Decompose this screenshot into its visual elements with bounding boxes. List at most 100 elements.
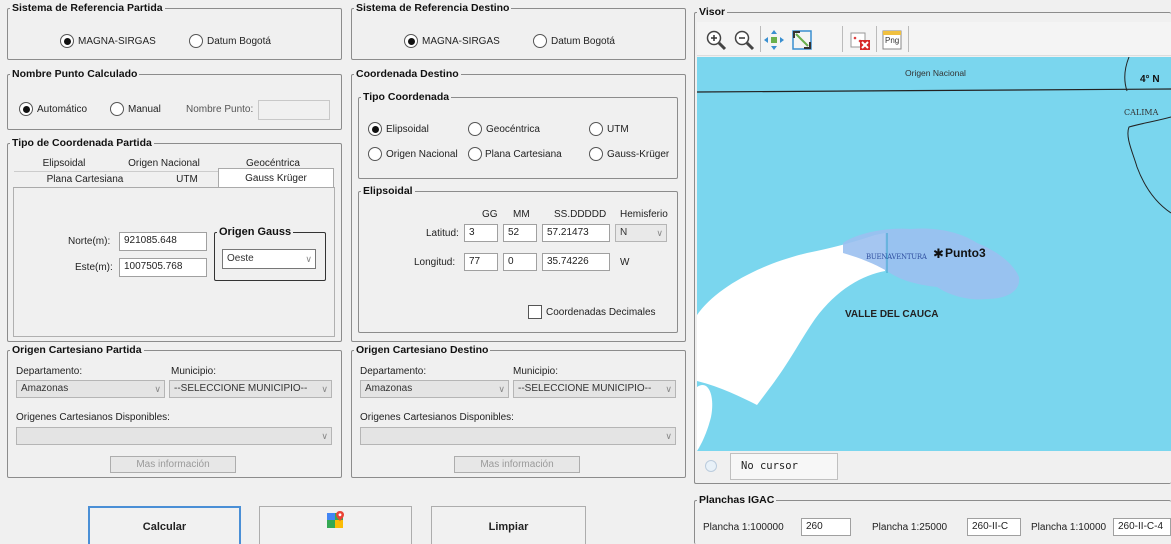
origen-nacional-map-label: Origen Nacional xyxy=(905,68,966,78)
origen-cartesiano-destino-title: Origen Cartesiano Destino xyxy=(356,344,489,356)
chevron-down-icon: ∨ xyxy=(305,254,312,264)
partida-municipio-select[interactable]: --SELECCIONE MUNICIPIO-- ∨ xyxy=(169,380,332,398)
header-gg: GG xyxy=(482,209,498,220)
nombre-automatico-radio[interactable]: Automático xyxy=(19,102,87,116)
coordenadas-decimales-checkbox[interactable]: Coordenadas Decimales xyxy=(528,305,656,319)
destino-municipio-select[interactable]: --SELECCIONE MUNICIPIO-- ∨ xyxy=(513,380,676,398)
chevron-down-icon: ∨ xyxy=(321,384,328,394)
longitud-hemisferio-value: W xyxy=(620,257,630,268)
coordenada-destino-title: Coordenada Destino xyxy=(356,68,459,80)
plancha-25000-input[interactable]: 260-II-C xyxy=(967,518,1021,536)
destino-bogota-radio[interactable]: Datum Bogotá xyxy=(533,34,615,48)
limpiar-button[interactable]: Limpiar xyxy=(431,506,586,544)
destino-municipio-value: --SELECCIONE MUNICIPIO-- xyxy=(518,383,652,394)
export-png-icon[interactable]: Png xyxy=(880,28,904,52)
destino-origen-nacional-radio[interactable]: Origen Nacional xyxy=(368,147,458,161)
latitud-ss-input[interactable]: 57.21473 xyxy=(542,224,610,242)
destino-utm-label: UTM xyxy=(607,123,629,135)
header-mm: MM xyxy=(513,209,530,220)
origen-cartesiano-partida-title: Origen Cartesiano Partida xyxy=(12,344,142,356)
destino-magna-radio[interactable]: MAGNA-SIRGAS xyxy=(404,34,500,48)
radio-empty-icon xyxy=(589,122,603,136)
pan-icon[interactable] xyxy=(762,28,786,52)
radio-empty-icon xyxy=(533,34,547,48)
status-indicator-icon xyxy=(705,460,717,472)
tipo-coordenada-title: Tipo Coordenada xyxy=(363,91,450,103)
header-ss: SS.DDDDD xyxy=(554,209,607,220)
destino-geocentrica-radio[interactable]: Geocéntrica xyxy=(468,122,540,136)
latitud-mm-input[interactable]: 52 xyxy=(503,224,537,242)
google-maps-button[interactable] xyxy=(259,506,412,544)
radio-selected-icon xyxy=(404,34,418,48)
tab-origen-nacional[interactable]: Origen Nacional xyxy=(114,155,214,171)
destino-municipio-label: Municipio: xyxy=(513,366,559,377)
chevron-down-icon: ∨ xyxy=(498,384,505,394)
origen-gauss-select[interactable]: Oeste ∨ xyxy=(222,249,316,269)
toolbar-separator xyxy=(876,26,877,52)
longitud-mm-input[interactable]: 0 xyxy=(503,253,537,271)
longitud-gg-input[interactable]: 77 xyxy=(464,253,498,271)
plancha-100000-input[interactable]: 260 xyxy=(801,518,851,536)
nombre-manual-radio[interactable]: Manual xyxy=(110,102,161,116)
plancha-10000-input[interactable]: 260-II-C-4 xyxy=(1113,518,1171,536)
checkbox-empty-icon xyxy=(528,305,542,319)
partida-departamento-select[interactable]: Amazonas ∨ xyxy=(16,380,165,398)
origen-gauss-title: Origen Gauss xyxy=(219,226,292,238)
calcular-button[interactable]: Calcular xyxy=(88,506,241,544)
destino-departamento-value: Amazonas xyxy=(365,383,413,394)
zoom-extent-icon[interactable] xyxy=(790,28,814,52)
zoom-out-icon[interactable] xyxy=(732,28,756,52)
latitud-gg-input[interactable]: 3 xyxy=(464,224,498,242)
nombre-punto-label: Nombre Punto: xyxy=(186,104,254,115)
destino-gauss-kruger-radio[interactable]: Gauss-Krüger xyxy=(589,147,669,161)
sistema-referencia-destino-title: Sistema de Referencia Destino xyxy=(356,2,510,14)
latitud-hemisferio-select[interactable]: N ∨ xyxy=(615,224,667,242)
partida-municipio-value: --SELECCIONE MUNICIPIO-- xyxy=(174,383,308,394)
tab-plana-cartesiana[interactable]: Plana Cartesiana xyxy=(14,171,156,187)
toolbar-separator xyxy=(908,26,909,52)
planchas-igac-title: Planchas IGAC xyxy=(699,494,775,506)
tab-utm[interactable]: UTM xyxy=(156,171,218,187)
destino-gauss-kruger-label: Gauss-Krüger xyxy=(607,148,670,160)
cursor-readout: No cursor xyxy=(730,453,838,480)
partida-bogota-radio[interactable]: Datum Bogotá xyxy=(189,34,271,48)
partida-magna-radio[interactable]: MAGNA-SIRGAS xyxy=(60,34,156,48)
sistema-referencia-partida-title: Sistema de Referencia Partida xyxy=(12,2,163,14)
norte-input[interactable]: 921085.648 xyxy=(119,232,207,251)
sistema-referencia-destino-group: Sistema de Referencia Destino xyxy=(351,2,686,60)
norte-label: Norte(m): xyxy=(68,236,111,247)
latitud-hemisferio-value: N xyxy=(620,227,628,238)
este-input[interactable]: 1007505.768 xyxy=(119,258,207,277)
zoom-in-icon[interactable] xyxy=(704,28,728,52)
tab-elipsoidal[interactable]: Elipsoidal xyxy=(14,155,114,171)
plancha-100000-label: Plancha 1:100000 xyxy=(703,522,784,533)
destino-plana-cartesiana-label: Plana Cartesiana xyxy=(485,148,562,160)
destino-geocentrica-label: Geocéntrica xyxy=(486,123,540,135)
map-canvas[interactable]: ✱ xyxy=(697,57,1171,451)
chevron-down-icon: ∨ xyxy=(656,228,663,238)
partida-mas-informacion-button[interactable]: Mas información xyxy=(110,456,236,473)
elipsoidal-title: Elipsoidal xyxy=(363,185,413,197)
tab-gauss-kruger[interactable]: Gauss Krüger xyxy=(218,168,334,188)
map-pin-icon xyxy=(326,511,344,528)
toolbar-separator xyxy=(842,26,843,52)
calima-map-label: CALIMA xyxy=(1124,108,1159,117)
clear-map-icon[interactable] xyxy=(848,28,872,52)
destino-departamento-select[interactable]: Amazonas ∨ xyxy=(360,380,509,398)
partida-origenes-label: Origenes Cartesianos Disponibles: xyxy=(16,412,170,423)
destino-utm-radio[interactable]: UTM xyxy=(589,122,629,136)
destino-origenes-select[interactable]: ∨ xyxy=(360,427,676,445)
destino-mas-informacion-button[interactable]: Mas información xyxy=(454,456,580,473)
radio-selected-icon xyxy=(19,102,33,116)
radio-empty-icon xyxy=(589,147,603,161)
nombre-punto-input[interactable] xyxy=(258,100,330,120)
destino-elipsoidal-radio[interactable]: Elipsoidal xyxy=(368,122,429,136)
plancha-10000-label: Plancha 1:10000 xyxy=(1031,522,1107,533)
tipo-coordenada-partida-title: Tipo de Coordenada Partida xyxy=(12,137,152,149)
longitud-ss-input[interactable]: 35.74226 xyxy=(542,253,610,271)
longitud-label: Longitud: xyxy=(414,257,456,268)
partida-origenes-select[interactable]: ∨ xyxy=(16,427,332,445)
destino-bogota-label: Datum Bogotá xyxy=(551,35,615,47)
destino-plana-cartesiana-radio[interactable]: Plana Cartesiana xyxy=(468,147,562,161)
png-label: Png xyxy=(885,36,900,45)
